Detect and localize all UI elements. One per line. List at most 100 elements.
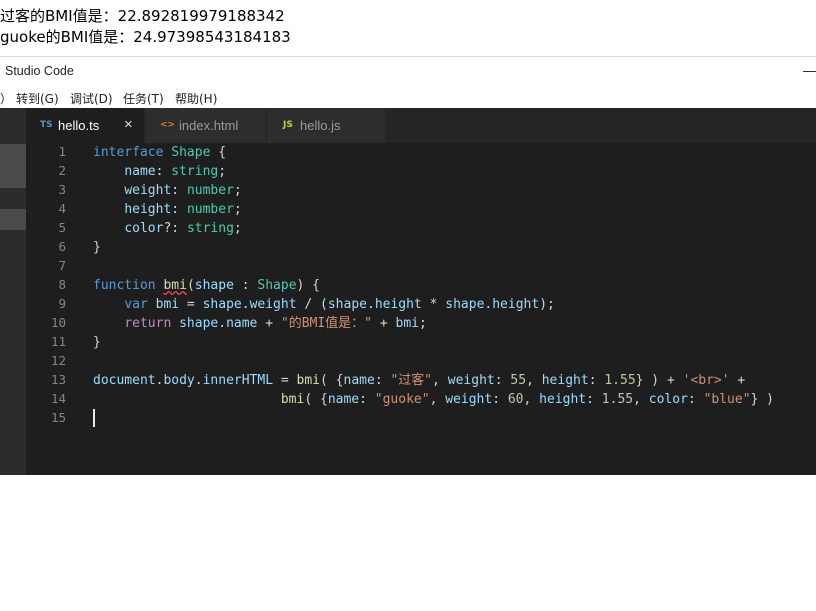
token: color (124, 221, 164, 236)
line-number: 8 (58, 277, 66, 292)
menu-item-tasks[interactable]: 任务(T) (123, 90, 164, 107)
watermark-logo: Bai du 经验 (666, 555, 816, 586)
line-number: 7 (58, 258, 66, 273)
line-number: 6 (58, 239, 66, 254)
tab-hello-js[interactable]: JS hello.js (267, 108, 385, 143)
output-line-2: guoke的BMI值是：24.97398543184183 (0, 28, 291, 46)
token: height (539, 392, 587, 407)
activity-item-selected[interactable] (0, 209, 26, 230)
token: name (124, 164, 156, 179)
code-line-13: document.body.innerHTML = bmi( {name: "过… (93, 373, 746, 388)
code-line-14: bmi( {name: "guoke", weight: 60, height:… (280, 392, 775, 407)
tab-label: hello.js (300, 118, 341, 133)
line-number: 3 (58, 182, 66, 197)
line-number: 15 (50, 410, 66, 425)
token: return (124, 316, 172, 331)
token: name (226, 316, 258, 331)
token: height (374, 297, 422, 312)
token: height (492, 297, 540, 312)
token: bmi (155, 297, 180, 312)
minimize-icon[interactable] (803, 71, 816, 72)
token: height (124, 202, 172, 217)
token: "blue" (703, 392, 751, 407)
token: bmi (395, 316, 419, 331)
menu-bar: ） 转到(G) 调试(D) 任务(T) 帮助(H) (0, 88, 816, 108)
token: "guoke" (374, 392, 430, 407)
token: interface (93, 145, 164, 160)
token: "的BMI值是：" (280, 316, 373, 331)
token: innerHTML (202, 373, 274, 388)
token: shape (194, 278, 234, 293)
token: var (124, 297, 148, 312)
menu-item-goto[interactable]: 转到(G) (16, 90, 59, 107)
token: bmi (296, 373, 321, 388)
activity-bar (0, 108, 26, 475)
code-line-9: var bmi = shape.weight / (shape.height *… (124, 297, 555, 312)
token: document (93, 373, 156, 388)
html-file-icon: <> (160, 120, 176, 130)
tab-label: hello.ts (58, 118, 100, 133)
token: '<br>' (682, 373, 730, 388)
tab-label: index.html (179, 118, 239, 133)
code-line-8: function bmi(shape : Shape) { (93, 278, 321, 293)
menu-item-help[interactable]: 帮助(H) (175, 90, 217, 107)
token: Shape (171, 145, 211, 160)
code-line-5: color?: string; (124, 221, 242, 236)
code-line-4: height: number; (124, 202, 242, 217)
close-icon[interactable]: × (124, 116, 133, 133)
line-number: 2 (58, 163, 66, 178)
token: name (327, 392, 360, 407)
line-number: 13 (50, 372, 66, 387)
code-line-1: interface Shape { (93, 145, 227, 160)
code-line-2: name: string; (124, 164, 227, 179)
token: shape (202, 297, 242, 312)
token: number (186, 202, 234, 217)
line-number: 12 (50, 353, 66, 368)
token: shape (445, 297, 485, 312)
token: number (186, 183, 234, 198)
token: Shape (257, 278, 297, 293)
window-title: Studio Code (5, 64, 74, 78)
output-line-1: 过客的BMI值是：22.892819979188342 (0, 7, 285, 25)
token: 1.55 (604, 373, 636, 388)
token: name (343, 373, 375, 388)
watermark-url: jingyan.baidu.com (712, 589, 816, 605)
line-number: 4 (58, 201, 66, 216)
token: 60 (507, 392, 524, 407)
token: height (541, 373, 589, 388)
token: weight (249, 297, 297, 312)
javascript-file-icon: JS (283, 120, 293, 130)
token: weight (124, 183, 172, 198)
token: body (163, 373, 195, 388)
tab-hello-ts[interactable]: TS hello.ts × (26, 108, 144, 143)
code-editor[interactable]: 1 2 3 4 5 6 7 8 9 10 11 12 13 14 15 inte… (26, 143, 816, 605)
text-cursor (93, 409, 95, 427)
code-line-6: } (93, 240, 101, 255)
menu-item-partial[interactable]: ） (0, 90, 12, 107)
activity-item-explorer[interactable] (0, 144, 26, 188)
typescript-file-icon: TS (40, 120, 53, 130)
token: shape (179, 316, 219, 331)
token: color (648, 392, 688, 407)
token: weight (447, 373, 495, 388)
line-number: 1 (58, 144, 66, 159)
code-line-3: weight: number; (124, 183, 242, 198)
token: function (93, 278, 156, 293)
token: weight (445, 392, 493, 407)
tab-bar: TS hello.ts × <> index.html JS hello.js (26, 108, 816, 143)
tab-index-html[interactable]: <> index.html (145, 108, 266, 143)
token: string (186, 221, 234, 236)
window-titlebar: Studio Code (0, 57, 816, 87)
token: shape (327, 297, 367, 312)
code-line-10: return shape.name + "的BMI值是：" + bmi; (124, 316, 427, 331)
line-number: 11 (50, 334, 66, 349)
token: 55 (510, 373, 527, 388)
baidu-jingyan-watermark: Bai du 经验 jingyan.baidu.com (666, 549, 816, 611)
token: bmi (280, 392, 305, 407)
line-number: 14 (50, 391, 66, 406)
token: string (171, 164, 219, 179)
token: 1.55 (601, 392, 634, 407)
line-number: 5 (58, 220, 66, 235)
browser-output: 过客的BMI值是：22.892819979188342 guoke的BMI值是：… (0, 0, 816, 50)
menu-item-debug[interactable]: 调试(D) (70, 90, 113, 107)
